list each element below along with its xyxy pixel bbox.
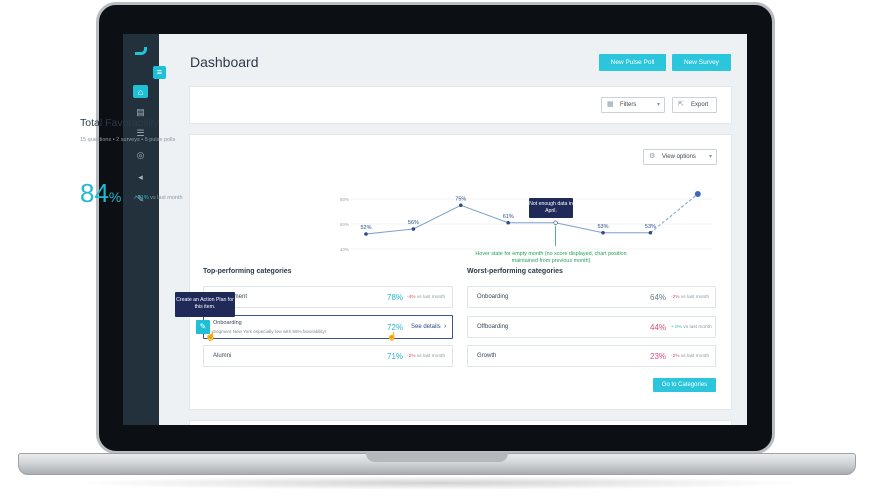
cursor-pointer-icon: ☝ <box>205 331 217 341</box>
collapse-menu-icon[interactable]: ≡ <box>153 66 166 79</box>
view-options-label: View options <box>662 154 696 160</box>
new-pulse-poll-button[interactable]: New Pulse Poll <box>599 54 666 71</box>
logo-icon <box>135 47 147 55</box>
filter-icon: ▦ <box>607 101 614 108</box>
filter-bar: ▦ Filters ▾ ⇱ Export <box>189 86 732 124</box>
data-label: 53% <box>597 224 608 230</box>
delta-value: ↗31% <box>133 195 149 201</box>
data-point <box>601 230 605 235</box>
change-text: vs last month <box>416 295 446 300</box>
chevron-right-icon: › <box>444 323 447 330</box>
top-category-row[interactable]: Alumni 71% -2% vs last month <box>203 345 453 367</box>
data-point <box>694 191 701 197</box>
change-value: -2% <box>671 354 680 359</box>
category-score: 71% <box>387 352 404 361</box>
y-tick-label: 60% <box>340 222 349 227</box>
data-label: 61% <box>503 214 514 220</box>
score-unit: % <box>108 189 122 205</box>
worst-categories-title: Worst-performing categories <box>467 268 563 275</box>
category-score: 78% <box>387 293 404 302</box>
category-score: 64% <box>650 293 667 302</box>
export-label: Export <box>691 102 709 108</box>
top-categories-title: Top-performing categories <box>203 268 292 275</box>
data-point <box>506 220 510 225</box>
laptop-mockup: ⌂ ▤ ☰ ◎ ◂ ✎ ≡ Dashboard New Pulse Poll N… <box>0 0 875 500</box>
change-value: -2% <box>407 354 416 359</box>
category-change: -2% vs last month <box>671 354 709 359</box>
category-name: Onboarding <box>213 320 242 326</box>
score-delta: ↗31% vs last month <box>133 195 183 201</box>
filters-label: Filters <box>620 102 637 108</box>
data-label: 75% <box>455 196 466 202</box>
action-plan-tooltip: Create an Action Plan for this item. <box>175 292 235 317</box>
go-to-categories-button[interactable]: Go to Categories <box>653 378 716 392</box>
y-tick-label: 40% <box>340 247 349 252</box>
next-card <box>189 420 732 425</box>
gear-icon: ⚙ <box>649 153 656 160</box>
export-icon: ⇱ <box>678 101 684 108</box>
change-value: -2% <box>671 295 680 300</box>
new-survey-button[interactable]: New Survey <box>672 54 731 71</box>
check-circle-icon[interactable]: ◎ <box>133 149 148 162</box>
change-text: vs last month <box>416 354 446 359</box>
category-score: 72% <box>387 323 404 332</box>
section-subtitle: 15 questions • 2 surveys • 5 pulse polls <box>80 137 176 143</box>
change-value: + 8% <box>671 325 683 330</box>
data-point <box>459 203 463 208</box>
data-label: 52% <box>360 225 371 231</box>
dashboard-icon[interactable]: ⌂ <box>133 85 148 98</box>
category-score: 44% <box>650 323 667 332</box>
section-title: Total Favorability <box>80 117 159 129</box>
chevron-down-icon: ▾ <box>656 102 660 108</box>
data-point <box>411 227 416 231</box>
data-point <box>553 220 558 225</box>
category-name: Growth <box>477 353 497 359</box>
page-title: Dashboard <box>190 54 259 70</box>
projected-line <box>650 193 699 234</box>
category-change: -2% vs last month <box>407 354 445 359</box>
chart-tooltip: Not enough data in April. <box>529 198 573 218</box>
change-text: vs last month <box>680 295 710 300</box>
chevron-down-icon: ▾ <box>708 154 712 160</box>
score-value: 84 <box>80 178 109 208</box>
export-button[interactable]: ⇱ Export <box>672 97 717 113</box>
category-score: 23% <box>650 352 667 361</box>
category-change: -2% vs last month <box>671 295 709 300</box>
favorability-score: 84% <box>80 178 121 209</box>
change-text: vs last month <box>680 354 710 359</box>
worst-category-row[interactable]: Onboarding 64% -2% vs last month <box>467 286 716 308</box>
data-label: 56% <box>408 220 419 226</box>
hover-note: Hover state for empty month (no score di… <box>475 251 627 264</box>
category-name: Onboarding <box>477 294 509 300</box>
view-options-button[interactable]: ⚙ View options ▾ <box>643 149 717 165</box>
worst-category-row[interactable]: Offboarding 44% + 8% vs last month <box>467 316 716 338</box>
category-description: Segment New York especially low with 56%… <box>213 329 327 334</box>
change-value: -4% <box>407 295 416 300</box>
laptop-notch <box>366 453 508 462</box>
megaphone-icon[interactable]: ◂ <box>133 171 148 184</box>
top-category-row[interactable]: Engagement 78% -4% vs last month <box>203 286 453 308</box>
cursor-pointer-icon: ☝ <box>387 332 397 341</box>
data-label: 53% <box>645 224 656 230</box>
data-point <box>364 232 368 236</box>
change-text: vs last month <box>683 325 712 330</box>
data-point <box>648 230 653 235</box>
category-name: Offboarding <box>477 324 509 330</box>
laptop-shadow <box>70 476 805 490</box>
category-change: + 8% vs last month <box>671 325 712 330</box>
y-tick-label: 80% <box>340 197 349 202</box>
category-change: -4% vs last month <box>407 295 445 300</box>
filters-button[interactable]: ▦ Filters ▾ <box>601 97 665 113</box>
category-name: Alumni <box>213 353 232 359</box>
worst-category-row[interactable]: Growth 23% -2% vs last month <box>467 345 716 367</box>
sidebar: ⌂ ▤ ☰ ◎ ◂ ✎ <box>123 34 159 425</box>
top-category-row-hovered[interactable]: Onboarding Segment New York especially l… <box>203 315 453 339</box>
delta-text: vs last month <box>150 195 183 201</box>
see-details-link[interactable]: See details <box>411 324 441 330</box>
